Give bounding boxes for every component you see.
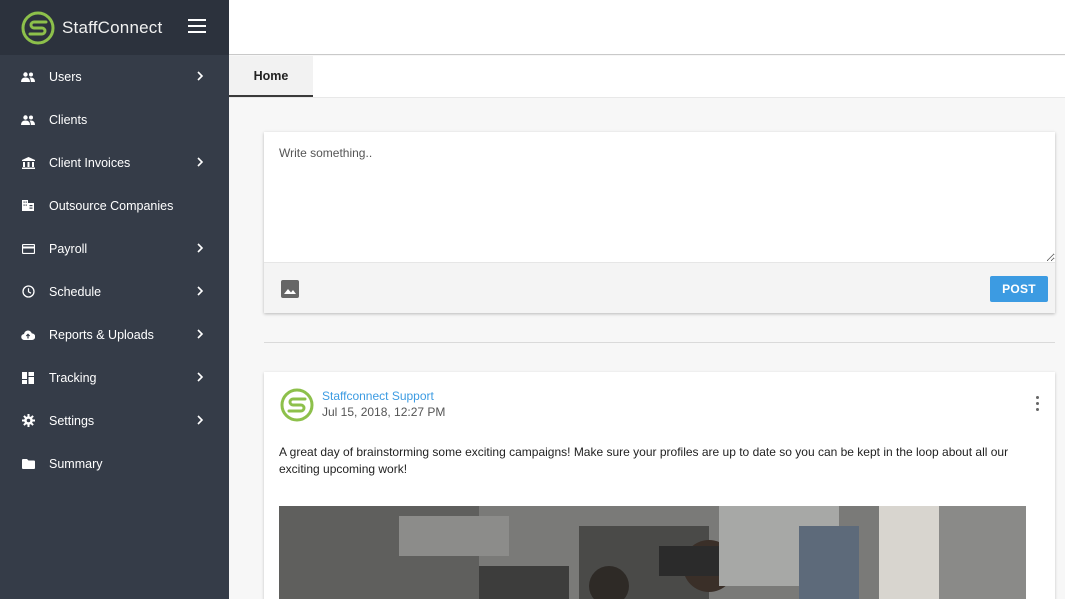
users-icon	[21, 70, 35, 84]
feed-post: Staffconnect Support Jul 15, 2018, 12:27…	[264, 372, 1055, 599]
chevron-right-icon	[197, 329, 204, 339]
post-body: A great day of brainstorming some exciti…	[279, 445, 1009, 476]
post-input[interactable]	[264, 132, 1055, 262]
sidebar-item-label: Outsource Companies	[49, 198, 174, 213]
composer-footer: POST	[264, 262, 1055, 313]
cloud-upload-icon	[21, 328, 35, 342]
post-button[interactable]: POST	[990, 276, 1048, 302]
top-bar	[229, 0, 1065, 55]
feed-divider	[264, 342, 1055, 343]
folder-icon	[21, 457, 35, 471]
sidebar-item-label: Schedule	[49, 284, 102, 299]
bank-icon	[21, 156, 35, 170]
dashboard-icon	[21, 371, 35, 385]
post-composer: POST	[264, 132, 1055, 313]
sidebar-item-label: Clients	[49, 112, 88, 127]
post-photo-illustration	[279, 506, 1026, 599]
avatar	[280, 388, 314, 422]
chevron-right-icon	[197, 286, 204, 296]
sidebar-item-outsource-companies[interactable]: Outsource Companies	[0, 184, 229, 227]
hamburger-menu-icon[interactable]	[188, 19, 206, 33]
staffconnect-logo	[21, 11, 55, 44]
gear-icon	[21, 414, 35, 428]
sidebar-item-settings[interactable]: Settings	[0, 399, 229, 442]
brand-name: StaffConnect	[62, 17, 163, 37]
sidebar-item-client-invoices[interactable]: Client Invoices	[0, 141, 229, 184]
sidebar-item-payroll[interactable]: Payroll	[0, 227, 229, 270]
clients-icon	[21, 113, 35, 127]
image-upload-icon[interactable]	[281, 280, 299, 298]
chevron-right-icon	[197, 157, 204, 167]
sidebar-item-label: Reports & Uploads	[49, 327, 154, 342]
sidebar-item-label: Settings	[49, 413, 95, 428]
sidebar-item-reports-uploads[interactable]: Reports & Uploads	[0, 313, 229, 356]
post-timestamp: Jul 15, 2018, 12:27 PM	[322, 405, 446, 419]
tab-bar: Home	[229, 56, 1065, 98]
brand-header: StaffConnect	[0, 0, 229, 55]
post-author-link[interactable]: Staffconnect Support	[322, 389, 434, 403]
sidebar-item-tracking[interactable]: Tracking	[0, 356, 229, 399]
post-image[interactable]	[279, 506, 1026, 599]
sidebar-item-label: Users	[49, 69, 82, 84]
credit-card-icon	[21, 242, 35, 256]
tab-home[interactable]: Home	[229, 56, 313, 97]
chevron-right-icon	[197, 372, 204, 382]
chevron-right-icon	[197, 243, 204, 253]
sidebar-item-clients[interactable]: Clients	[0, 98, 229, 141]
chevron-right-icon	[197, 71, 204, 81]
more-options-icon[interactable]	[1033, 396, 1041, 412]
sidebar-item-label: Tracking	[49, 370, 97, 385]
building-icon	[21, 199, 35, 213]
sidebar-item-users[interactable]: Users	[0, 55, 229, 98]
sidebar: StaffConnect Users Clients Client Invoic…	[0, 0, 229, 599]
sidebar-item-label: Client Invoices	[49, 155, 131, 170]
chevron-right-icon	[197, 415, 204, 425]
sidebar-item-schedule[interactable]: Schedule	[0, 270, 229, 313]
sidebar-item-label: Payroll	[49, 241, 88, 256]
sidebar-nav: Users Clients Client Invoices Outsource …	[0, 55, 229, 485]
sidebar-item-label: Summary	[49, 456, 103, 471]
sidebar-item-summary[interactable]: Summary	[0, 442, 229, 485]
clock-icon	[21, 285, 35, 299]
